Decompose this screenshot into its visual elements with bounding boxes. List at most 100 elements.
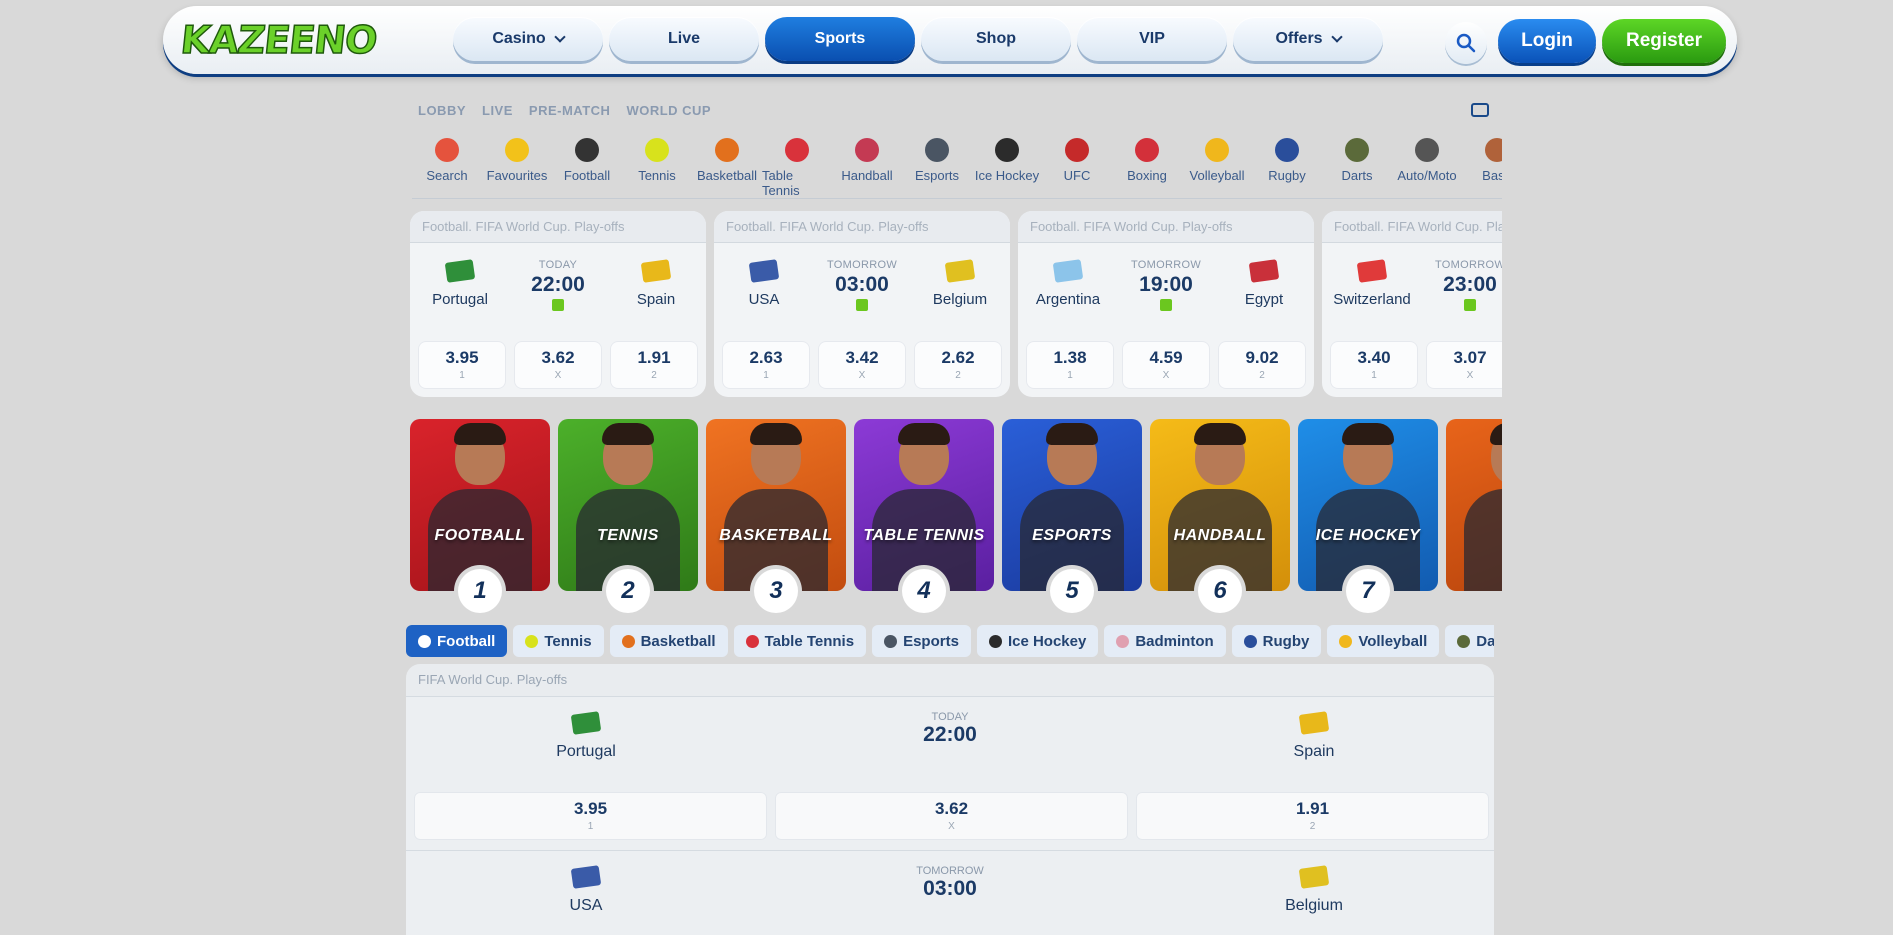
league-match[interactable]: USA TOMORROW 03:00 Belgium [406,850,1494,935]
odds-button[interactable]: 3.62 X [514,341,602,389]
tab-tennis[interactable]: Tennis [513,625,604,657]
link-pre-match[interactable]: PRE-MATCH [529,103,611,118]
link-live[interactable]: LIVE [482,103,513,118]
athlete-hair [602,423,654,445]
odds-button[interactable]: 4.59 X [1122,341,1210,389]
sport-tile[interactable] [1446,419,1502,591]
nav-vip[interactable]: VIP [1077,17,1227,61]
odds-button[interactable]: 2.62 2 [914,341,1002,389]
odds-button[interactable]: 3.42 X [818,341,906,389]
sport-icon [1339,634,1353,648]
odds-button[interactable]: 3.40 1 [1330,341,1418,389]
sport-volleyball[interactable]: Volleyball [1182,138,1252,198]
register-button[interactable]: Register [1602,19,1726,63]
match-card[interactable]: Football. FIFA World Cup. Play-offs Argen… [1018,211,1314,397]
sport-label: Volleyball [1189,168,1245,183]
tab-label: Football [437,632,496,650]
odds-outcome: 2 [955,370,961,381]
match-league: Football. FIFA World Cup. Play-offs [1322,211,1502,243]
tab-ice-hockey[interactable]: Ice Hockey [976,625,1099,657]
match-clock: 03:00 [835,273,889,296]
kazeeno-logo[interactable]: KAZEENO [178,16,380,64]
sport-esports[interactable]: Esports [902,138,972,198]
odds-button[interactable]: 3.95 1 [414,792,767,840]
tab-table-tennis[interactable]: Table Tennis [733,625,867,657]
odds-button[interactable]: 3.62 X [775,792,1128,840]
home-flag-icon [570,865,602,889]
match-card[interactable]: Football. FIFA World Cup. Play-offs Portu… [410,211,706,397]
nav-shop[interactable]: Shop [921,17,1071,61]
sport-handball[interactable]: Handball [832,138,902,198]
sport-tile[interactable]: BASKETBALL [706,419,846,591]
nav-casino[interactable]: Casino [453,17,603,61]
link-lobby[interactable]: LOBBY [418,103,466,118]
athlete-hair [1194,423,1246,445]
tab-football[interactable]: Football [406,625,508,657]
dartboard-icon [1345,138,1369,162]
sport-label: Search [426,168,468,183]
nav-live[interactable]: Live [609,17,759,61]
sport-tile[interactable]: ICE HOCKEY [1298,419,1438,591]
tab-darts[interactable]: Darts [1445,625,1494,657]
sport-tile[interactable]: TABLE TENNIS [854,419,994,591]
sport-tile[interactable]: ESPORTS [1002,419,1142,591]
tab-label: Volleyball [1358,632,1428,650]
odds-value: 4.59 [1149,348,1183,367]
login-button[interactable]: Login [1498,19,1596,63]
sport-search[interactable]: Search [412,138,482,198]
sport-table-tennis[interactable]: Table Tennis [762,138,832,198]
tab-rugby[interactable]: Rugby [1231,625,1322,657]
away-team-name: Belgium [1285,897,1343,914]
match-day: TODAY [538,259,578,271]
odds-button[interactable]: 1.91 2 [610,341,698,389]
home-team-name: USA [569,897,603,914]
odds-row: 3.95 1 3.62 X 1.91 2 [418,341,698,389]
league-match[interactable]: Portugal TODAY 22:00 Spain 3.95 1 3.62 X 1.91 2 [406,696,1494,850]
odds-button[interactable]: 1.38 1 [1026,341,1114,389]
sport-tennis[interactable]: Tennis [622,138,692,198]
betslip-icon[interactable] [1471,103,1489,117]
away-team-name: Egypt [1244,291,1284,308]
chevron-down-icon [1330,31,1343,43]
home-flag-icon [1052,259,1084,283]
odds-button[interactable]: 3.95 1 [418,341,506,389]
match-card[interactable]: Football. FIFA World Cup. Play-offs USA TO… [714,211,1010,397]
tab-basketball[interactable]: Basketball [609,625,728,657]
star-icon [505,138,529,162]
match-card[interactable]: Football. FIFA World Cup. Play-offs Switz… [1322,211,1502,397]
sport-darts[interactable]: Darts [1322,138,1392,198]
lineup-icon [1464,299,1476,311]
sport-tile[interactable]: HANDBALL [1150,419,1290,591]
sport-rugby[interactable]: Rugby [1252,138,1322,198]
tab-esports[interactable]: Esports [872,625,971,657]
sport-football[interactable]: Football [552,138,622,198]
sport-label: Table Tennis [762,168,800,198]
link-world-cup[interactable]: WORLD CUP [626,103,711,118]
sport-label: Football [563,168,611,183]
sport-favourites[interactable]: Favourites [482,138,552,198]
sport-icon [621,634,635,648]
tab-label: Tennis [544,632,592,650]
tab-volleyball[interactable]: Volleyball [1327,625,1440,657]
nav-offers[interactable]: Offers [1233,17,1383,61]
sport-tile[interactable]: TENNIS [558,419,698,591]
sport-tile[interactable]: FOOTBALL [410,419,550,591]
sport-ice-hockey[interactable]: Ice Hockey [972,138,1042,198]
tab-badminton[interactable]: Badminton [1104,625,1226,657]
odds-button[interactable]: 2.63 1 [722,341,810,389]
match-clock: 23:00 [1443,273,1497,296]
sport-auto-moto[interactable]: Auto/Moto [1392,138,1462,198]
sport-basketball[interactable]: Basketball [692,138,762,198]
odds-outcome: 1 [459,370,465,381]
odds-button[interactable]: 9.02 2 [1218,341,1306,389]
sport-boxing[interactable]: Boxing [1112,138,1182,198]
odds-button[interactable]: 3.07 X [1426,341,1502,389]
odds-button[interactable]: 1.91 2 [1136,792,1489,840]
sport-ufc[interactable]: UFC [1042,138,1112,198]
sport-base[interactable]: Base [1462,138,1502,198]
sport-icon [1243,634,1257,648]
nav-sports[interactable]: Sports [765,17,915,61]
search-button[interactable] [1445,22,1487,64]
match-time: TOMORROW 19:00 [1118,259,1214,313]
tile-rank: 3 [754,569,798,613]
